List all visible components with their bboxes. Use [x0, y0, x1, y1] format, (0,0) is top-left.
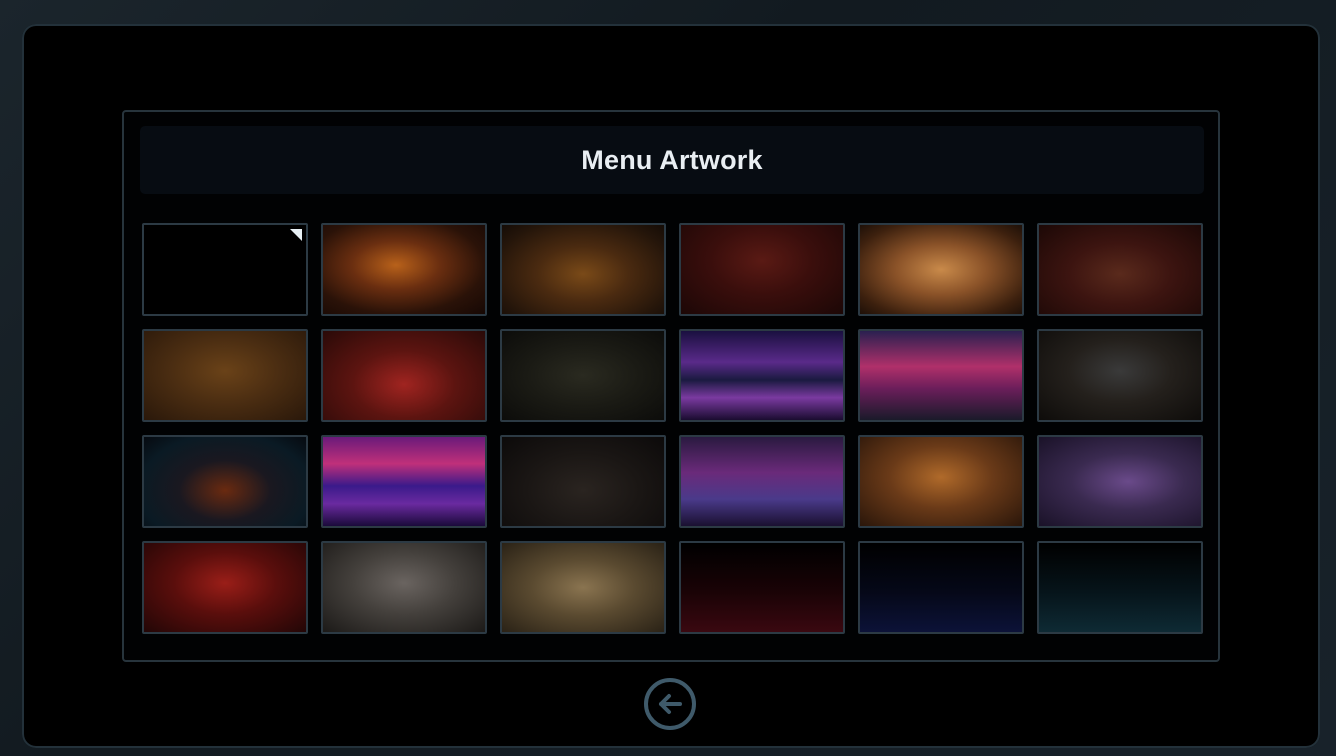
- artwork-tile-cultist-feast[interactable]: [321, 329, 487, 422]
- artwork-tile-vampire-at-table[interactable]: [679, 223, 845, 316]
- artwork-tile-open-spellbook-candles[interactable]: [858, 223, 1024, 316]
- panel-title: Menu Artwork: [581, 144, 763, 175]
- artwork-tile-synthwave-skyline[interactable]: [321, 435, 487, 528]
- artwork-tile-blank-black[interactable]: [142, 223, 308, 316]
- artwork-tile-teal-fade-gradient[interactable]: [1037, 541, 1203, 634]
- arrow-left-circle-icon: [659, 694, 682, 714]
- artwork-tile-blue-fade-gradient[interactable]: [858, 541, 1024, 634]
- artwork-tile-purple-gothic-archway[interactable]: [1037, 435, 1203, 528]
- artwork-tile-haunted-forest-amber[interactable]: [500, 223, 666, 316]
- artwork-tile-skeleton-creature-corridor[interactable]: [500, 329, 666, 422]
- artwork-tile-demon-reading-book[interactable]: [321, 223, 487, 316]
- artwork-tile-neon-circuit-corridor[interactable]: [142, 435, 308, 528]
- artwork-tile-red-throne-altar[interactable]: [142, 541, 308, 634]
- artwork-grid: [142, 223, 1204, 634]
- panel-header: Menu Artwork: [140, 126, 1204, 194]
- artwork-tile-hooded-priest-altar[interactable]: [1037, 223, 1203, 316]
- artwork-tile-dark-stone-corridor[interactable]: [1037, 329, 1203, 422]
- menu-artwork-panel: Menu Artwork: [122, 110, 1220, 662]
- artwork-tile-cyberpunk-city-street[interactable]: [858, 329, 1024, 422]
- artwork-tile-ancient-open-book[interactable]: [500, 541, 666, 634]
- artwork-tile-demon-face-smoke[interactable]: [321, 541, 487, 634]
- artwork-tile-purple-tech-shelves[interactable]: [679, 435, 845, 528]
- back-button[interactable]: [644, 678, 696, 730]
- selected-corner-icon: [290, 229, 302, 241]
- artwork-tile-neon-spaceship-hallway[interactable]: [679, 329, 845, 422]
- artwork-tile-steampunk-control-room[interactable]: [858, 435, 1024, 528]
- artwork-tile-shadow-figure-dark[interactable]: [500, 435, 666, 528]
- artwork-tile-golden-ornate-wall[interactable]: [142, 329, 308, 422]
- artwork-tile-red-fade-gradient[interactable]: [679, 541, 845, 634]
